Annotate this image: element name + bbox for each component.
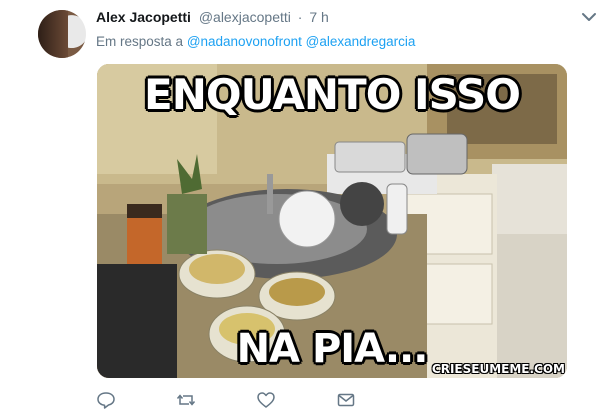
direct-message-button[interactable] (336, 390, 358, 412)
heart-icon (257, 392, 275, 408)
tweet-media-image[interactable]: ENQUANTO ISSO NA PIA... CRIESEUMEME.COM (97, 64, 567, 378)
retweet-button[interactable] (176, 390, 198, 412)
mention-link[interactable]: @alexandregarcia (306, 34, 416, 49)
tweet-actions (96, 390, 396, 412)
reply-button[interactable] (96, 390, 118, 412)
retweet-icon (176, 394, 196, 406)
like-button[interactable] (256, 390, 278, 412)
tweet-header: Alex Jacopetti @alexjacopetti · 7 h (96, 9, 329, 25)
meme-top-caption: ENQUANTO ISSO (144, 70, 521, 119)
separator: · (297, 9, 303, 25)
reply-icon (97, 392, 115, 409)
chevron-down-icon[interactable] (580, 10, 598, 24)
avatar-shade (38, 10, 68, 58)
tweet[interactable]: Alex Jacopetti @alexjacopetti · 7 h Em r… (0, 0, 614, 420)
avatar[interactable] (38, 10, 86, 58)
reply-context: Em resposta a @nadanovonofront @alexandr… (96, 34, 415, 49)
mention-link[interactable]: @nadanovonofront (187, 34, 302, 49)
meme-watermark: CRIESEUMEME.COM (431, 362, 565, 376)
display-name[interactable]: Alex Jacopetti (96, 9, 191, 25)
envelope-icon (337, 393, 355, 407)
reply-prefix: Em resposta a (96, 34, 184, 49)
tweet-time[interactable]: 7 h (309, 9, 328, 25)
user-handle[interactable]: @alexjacopetti (199, 9, 291, 25)
